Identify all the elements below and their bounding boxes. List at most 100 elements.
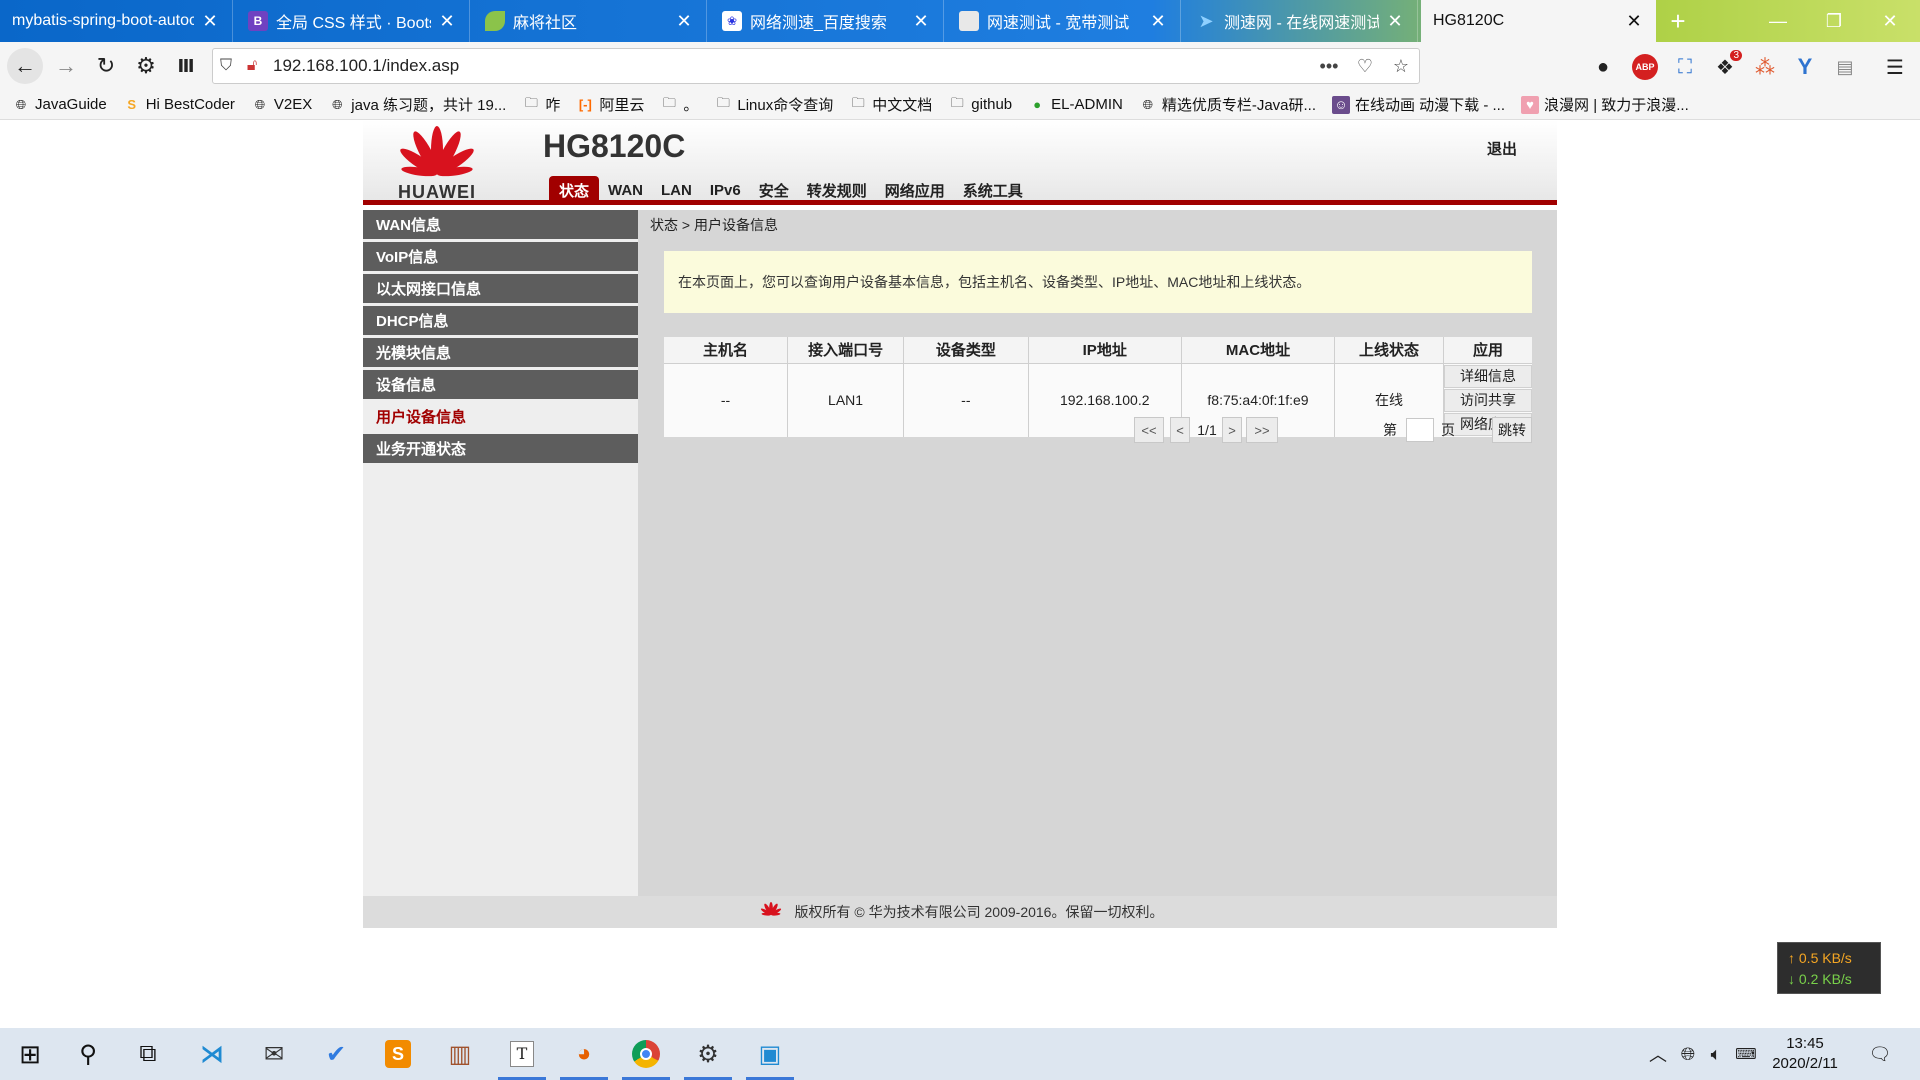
- first-page-button[interactable]: <<: [1134, 417, 1164, 443]
- close-icon[interactable]: ✕: [200, 11, 220, 32]
- jump-button[interactable]: 跳转: [1492, 417, 1532, 443]
- nav-status[interactable]: 状态: [549, 176, 600, 205]
- bookmark-folder-dot[interactable]: 🗀︎ 。: [660, 94, 699, 115]
- search-icon[interactable]: ⚲: [60, 1028, 116, 1080]
- bookmark-java-exercises[interactable]: 🌐︎ java 练习题，共计 19...: [328, 94, 506, 115]
- sublime-icon[interactable]: S: [370, 1028, 426, 1080]
- menu-icon[interactable]: ☰: [1882, 54, 1908, 80]
- next-page-button[interactable]: >: [1222, 417, 1242, 443]
- firefox-icon[interactable]: ◕: [556, 1028, 612, 1080]
- sidebar-item-device-info[interactable]: 设备信息: [363, 370, 638, 399]
- url-text[interactable]: 192.168.100.1/index.asp: [273, 56, 1311, 76]
- details-button[interactable]: 详细信息: [1443, 364, 1532, 388]
- sidebar-item-ethernet-info[interactable]: 以太网接口信息: [363, 274, 638, 303]
- tab-title: HG8120C: [1433, 12, 1505, 29]
- chrome-icon[interactable]: [618, 1028, 674, 1080]
- window-close-button[interactable]: ✕: [1862, 0, 1918, 42]
- nav-forwarding[interactable]: 转发规则: [798, 176, 876, 205]
- vscode-icon[interactable]: ⋊: [184, 1028, 240, 1080]
- account-icon[interactable]: ●: [1590, 54, 1616, 80]
- bookmark-bestcoder[interactable]: S Hi BestCoder: [123, 96, 235, 114]
- share-icon[interactable]: ⁂: [1752, 54, 1778, 80]
- volume-muted-icon[interactable]: 🔈︎: [1702, 1028, 1730, 1080]
- page-prefix-label: 第: [1383, 422, 1397, 438]
- tab-majiang[interactable]: 麻将社区 ✕: [473, 0, 707, 42]
- sidebar-item-user-device-info[interactable]: 用户设备信息: [363, 402, 638, 431]
- page-number-input[interactable]: [1406, 418, 1434, 442]
- library-books-icon[interactable]: ▥: [432, 1028, 488, 1080]
- bookmark-aliyun[interactable]: [-] 阿里云: [576, 94, 645, 115]
- bookmark-star-icon[interactable]: ☆: [1383, 56, 1419, 77]
- windows-start-icon[interactable]: ⊞: [2, 1028, 58, 1080]
- bookmark-javaguide[interactable]: 🌐︎ JavaGuide: [12, 96, 107, 114]
- forward-button[interactable]: →: [48, 48, 84, 84]
- back-button[interactable]: ←: [7, 48, 43, 84]
- todo-icon[interactable]: ✔: [308, 1028, 364, 1080]
- more-actions-icon[interactable]: •••: [1311, 56, 1347, 77]
- tab-speedtest[interactable]: ➤ 测速网 - 在线网速测试, ✕: [1184, 0, 1418, 42]
- nav-ipv6[interactable]: IPv6: [701, 176, 750, 205]
- close-icon[interactable]: ✕: [911, 11, 931, 32]
- sidebar-item-optical-info[interactable]: 光模块信息: [363, 338, 638, 367]
- logout-link[interactable]: 退出: [1487, 138, 1517, 159]
- reader-icon[interactable]: ▤: [1832, 54, 1858, 80]
- tab-hg8120c[interactable]: HG8120C ✕: [1421, 0, 1656, 42]
- restore-button[interactable]: ❐: [1806, 0, 1862, 42]
- screenshot-icon[interactable]: ⛶: [1672, 54, 1698, 80]
- last-page-button[interactable]: >>: [1246, 417, 1278, 443]
- insecure-lock-icon[interactable]: 🔓︎: [239, 57, 265, 75]
- bookmark-eladmin[interactable]: ● EL-ADMIN: [1028, 96, 1123, 114]
- bookmark-github[interactable]: 🗀︎ github: [948, 95, 1012, 114]
- sidebar-item-voip-info[interactable]: VoIP信息: [363, 242, 638, 271]
- nav-security[interactable]: 安全: [750, 176, 798, 205]
- pocket-icon[interactable]: ♡: [1347, 56, 1383, 77]
- close-icon[interactable]: ✕: [674, 11, 694, 32]
- sidebar-item-service-status[interactable]: 业务开通状态: [363, 434, 638, 463]
- tab-speedtest-cn[interactable]: 网速测试 - 宽带测试 ✕: [947, 0, 1181, 42]
- close-icon[interactable]: ✕: [1624, 11, 1644, 32]
- settings-icon[interactable]: ⚙: [680, 1028, 736, 1080]
- tab-bootstrap[interactable]: B 全局 CSS 样式 · Bootstr ✕: [236, 0, 470, 42]
- control-panel-icon[interactable]: ▣: [742, 1028, 798, 1080]
- close-icon[interactable]: ✕: [1148, 11, 1168, 32]
- address-bar[interactable]: ⛉ 🔓︎ 192.168.100.1/index.asp ••• ♡ ☆: [212, 48, 1420, 84]
- bookmark-linux[interactable]: 🗀︎ Linux命令查询: [714, 94, 833, 115]
- bookmark-java-column[interactable]: 🌐︎ 精选优质专栏-Java研...: [1139, 94, 1316, 115]
- tab-mybatis[interactable]: mybatis-spring-boot-autoc ✕: [0, 0, 233, 42]
- chevron-up-icon[interactable]: ︿: [1644, 1028, 1672, 1080]
- sidebar-item-dhcp-info[interactable]: DHCP信息: [363, 306, 638, 335]
- network-globe-icon[interactable]: 🌐︎: [1674, 1028, 1702, 1080]
- bookmark-folder-za[interactable]: 🗀︎ 咋: [522, 94, 561, 115]
- mail-icon[interactable]: ✉: [246, 1028, 302, 1080]
- nav-lan[interactable]: LAN: [652, 176, 701, 205]
- library-icon[interactable]: Ⅲ: [168, 48, 204, 84]
- bookmark-label: JavaGuide: [35, 96, 107, 113]
- access-share-button[interactable]: 访问共享: [1443, 388, 1532, 412]
- nav-wan[interactable]: WAN: [599, 176, 652, 205]
- close-icon[interactable]: ✕: [437, 11, 457, 32]
- bookmark-v2ex[interactable]: 🌐︎ V2EX: [251, 96, 313, 114]
- shield-icon[interactable]: ⛉: [213, 57, 239, 75]
- reload-button[interactable]: ↻: [88, 48, 124, 84]
- y-extension-icon[interactable]: Y: [1792, 54, 1818, 80]
- system-clock[interactable]: 13:45 2020/2/11: [1760, 1034, 1850, 1074]
- extension-icon[interactable]: ❖ 3: [1712, 50, 1742, 80]
- new-tab-button[interactable]: +: [1658, 0, 1698, 42]
- typora-icon[interactable]: T: [494, 1028, 550, 1080]
- adblock-icon[interactable]: ABP: [1632, 54, 1658, 80]
- nav-network-apps[interactable]: 网络应用: [876, 176, 954, 205]
- page-indicator: 1/1: [1197, 422, 1217, 438]
- notification-icon[interactable]: 🗨︎: [1862, 1028, 1898, 1080]
- task-view-icon[interactable]: ⧉: [120, 1028, 176, 1080]
- minimize-button[interactable]: —: [1750, 0, 1806, 42]
- tab-baidu[interactable]: ❀ 网络测速_百度搜索 ✕: [710, 0, 944, 42]
- nav-system-tools[interactable]: 系统工具: [954, 176, 1032, 205]
- prev-page-button[interactable]: <: [1170, 417, 1190, 443]
- bookmark-docs[interactable]: 🗀︎ 中文文档: [849, 94, 933, 115]
- bookmark-romance[interactable]: ♥ 浪漫网 | 致力于浪漫...: [1521, 94, 1689, 115]
- sidebar-item-wan-info[interactable]: WAN信息: [363, 210, 638, 239]
- ime-icon[interactable]: ⌨: [1732, 1028, 1760, 1080]
- gear-icon[interactable]: ⚙: [128, 48, 164, 84]
- bookmark-anime[interactable]: ☺ 在线动画 动漫下载 - ...: [1332, 94, 1505, 115]
- close-icon[interactable]: ✕: [1385, 11, 1405, 32]
